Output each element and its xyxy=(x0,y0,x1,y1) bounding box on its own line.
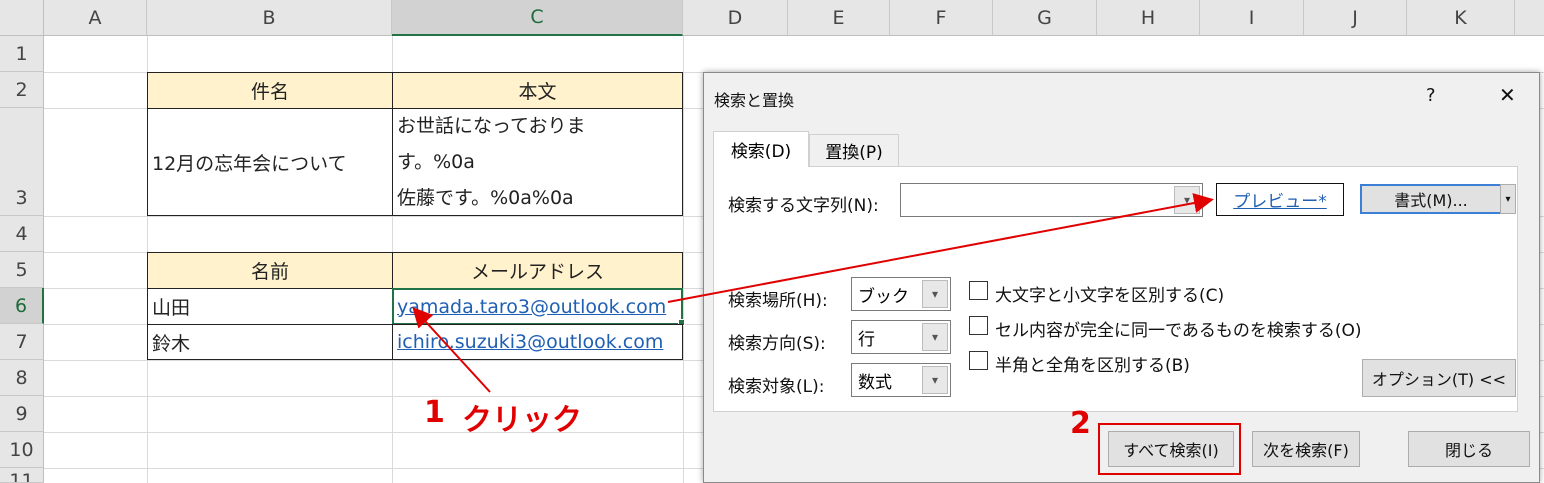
step-1-arrow xyxy=(412,307,491,393)
link-arrow xyxy=(667,193,1214,303)
annotation-arrows xyxy=(412,193,1214,393)
